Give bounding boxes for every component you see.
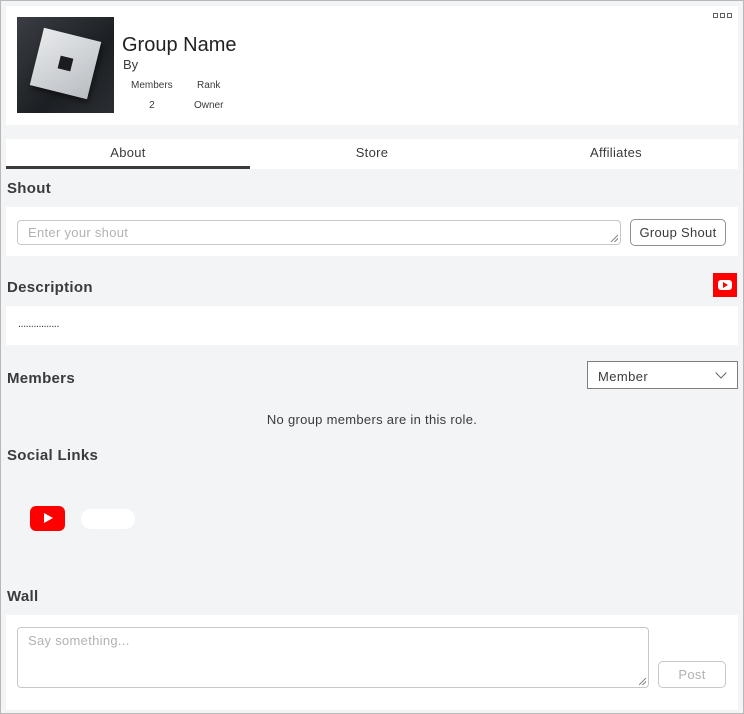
tab-about[interactable]: About — [6, 139, 250, 169]
more-dots-icon[interactable] — [713, 13, 733, 21]
members-stat-label: Members — [131, 80, 173, 91]
group-header: Group Name By Members 2 Rank Owner — [6, 6, 738, 125]
members-stat-value: 2 — [149, 100, 155, 111]
resize-grip-icon[interactable] — [611, 235, 618, 242]
group-page: Group Name By Members 2 Rank Owner About… — [0, 0, 744, 714]
rank-stat-value: Owner — [194, 100, 224, 111]
wall-placeholder: Say something... — [28, 633, 130, 648]
rank-stat: Rank Owner — [194, 80, 223, 111]
roblox-logo-icon — [29, 27, 102, 100]
description-title: Description — [7, 279, 93, 296]
youtube-icon[interactable] — [30, 506, 65, 531]
members-stat: Members 2 — [131, 80, 173, 111]
group-owner-by: By — [123, 57, 139, 72]
wall-post-input[interactable]: Say something... — [17, 627, 649, 688]
social-links-title: Social Links — [7, 447, 99, 464]
shout-card: Enter your shout Group Shout — [6, 207, 738, 256]
wall-title: Wall — [7, 588, 39, 605]
post-button[interactable]: Post — [658, 661, 726, 688]
description-text: ................ — [18, 318, 59, 330]
youtube-icon[interactable] — [713, 273, 737, 297]
shout-input[interactable]: Enter your shout — [17, 220, 621, 245]
rank-stat-label: Rank — [197, 80, 221, 91]
shout-placeholder: Enter your shout — [28, 225, 129, 240]
members-title: Members — [7, 370, 75, 387]
members-empty-message: No group members are in this role. — [266, 412, 478, 427]
tab-store[interactable]: Store — [250, 139, 494, 169]
social-link-label[interactable] — [81, 509, 135, 529]
resize-grip-icon[interactable] — [639, 678, 646, 685]
group-emblem-image — [17, 17, 114, 113]
group-tabs: About Store Affiliates — [6, 139, 738, 169]
role-dropdown-value: Member — [598, 369, 649, 384]
role-dropdown[interactable]: Member — [587, 361, 738, 389]
description-card: ................ — [6, 306, 738, 345]
group-name: Group Name — [122, 34, 237, 56]
chevron-down-icon — [715, 367, 727, 379]
shout-title: Shout — [7, 180, 51, 197]
tab-affiliates[interactable]: Affiliates — [494, 139, 738, 169]
wall-card: Say something... Post — [6, 615, 738, 710]
group-shout-button[interactable]: Group Shout — [630, 219, 726, 246]
